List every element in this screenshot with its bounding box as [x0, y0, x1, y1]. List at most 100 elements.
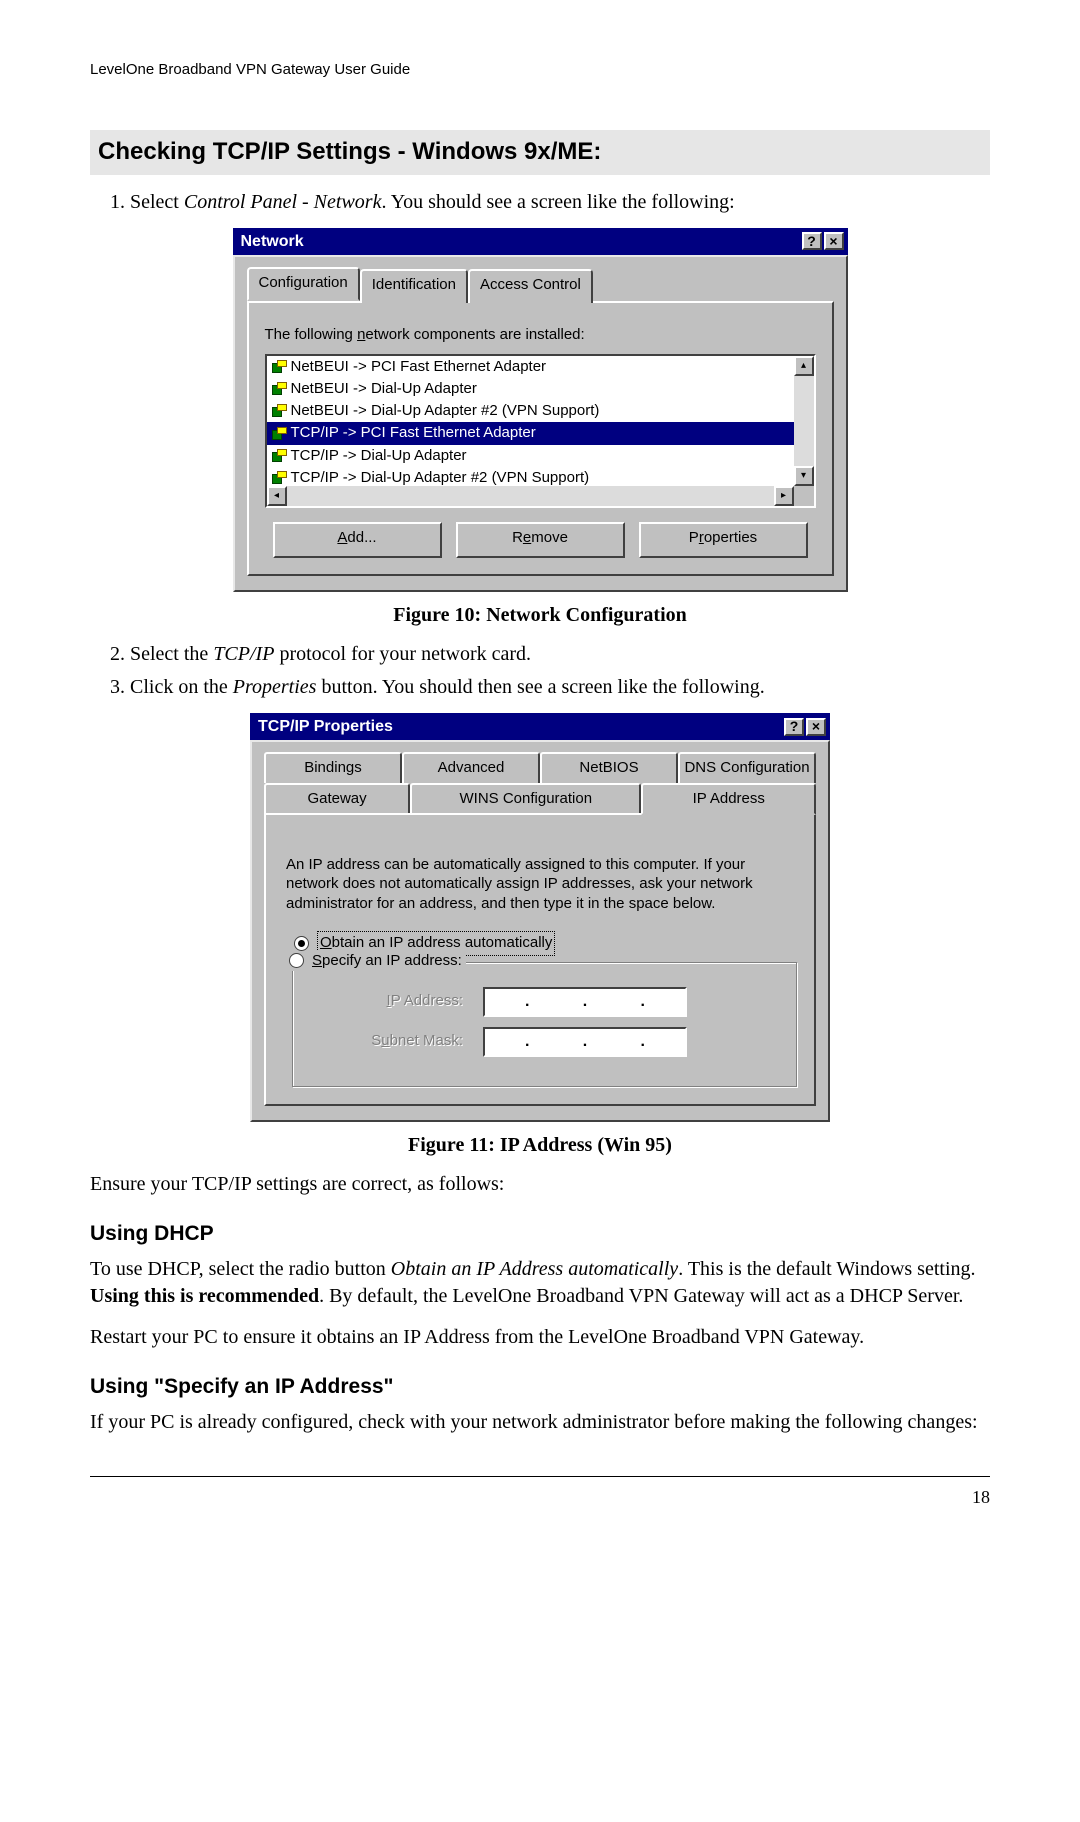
tab-panel: An IP address can be automatically assig… [264, 813, 816, 1106]
network-protocol-icon [271, 360, 287, 374]
help-icon[interactable]: ? [784, 718, 804, 736]
dialog-body: Bindings Advanced NetBIOS DNS Configurat… [250, 740, 830, 1121]
network-protocol-icon [271, 427, 287, 441]
titlebar-title: Network [241, 231, 304, 253]
subheading-dhcp: Using DHCP [90, 1220, 990, 1248]
running-head: LevelOne Broadband VPN Gateway User Guid… [90, 60, 990, 80]
button-row: Add... Remove Properties [265, 522, 816, 558]
text: button. You should then see a screen lik… [316, 676, 764, 698]
figure-caption-10: Figure 10: Network Configuration [90, 602, 990, 629]
titlebar[interactable]: TCP/IP Properties ? × [250, 713, 830, 741]
list-item[interactable]: NetBEUI -> PCI Fast Ethernet Adapter [267, 356, 794, 378]
tab-configuration[interactable]: Configuration [247, 267, 360, 301]
ip-address-label: IP Address: [343, 991, 463, 1011]
tab-wins-configuration[interactable]: WINS Configuration [410, 783, 641, 813]
tab-gateway[interactable]: Gateway [264, 783, 410, 813]
text: etwork components are installed: [365, 326, 584, 343]
titlebar-title: TCP/IP Properties [258, 716, 393, 738]
accel: u [381, 1032, 389, 1049]
radio-icon [294, 936, 309, 951]
scrollbar-horizontal[interactable]: ◂ ▸ [267, 486, 794, 506]
ip-address-row: IP Address: ... [343, 987, 777, 1017]
subheading-specify: Using "Specify an IP Address" [90, 1373, 990, 1401]
tab-ip-address[interactable]: IP Address [641, 783, 816, 815]
text: pecify an IP address: [322, 952, 462, 969]
network-protocol-icon [271, 382, 287, 396]
radio-icon [289, 953, 304, 968]
dhcp-para-2: Restart your PC to ensure it obtains an … [90, 1324, 990, 1351]
text: operties [704, 529, 757, 546]
subnet-mask-input[interactable]: ... [483, 1027, 687, 1057]
network-protocol-icon [271, 404, 287, 418]
list-item[interactable]: TCP/IP -> Dial-Up Adapter [267, 445, 794, 467]
list-item-label: TCP/IP -> PCI Fast Ethernet Adapter [291, 423, 536, 443]
scroll-down-icon[interactable]: ▾ [794, 466, 814, 486]
list-item-selected[interactable]: TCP/IP -> PCI Fast Ethernet Adapter [267, 422, 794, 444]
text: The following [265, 326, 358, 343]
text: move [531, 529, 568, 546]
help-icon[interactable]: ? [802, 232, 822, 250]
network-protocol-icon [271, 471, 287, 485]
dialog-body: Configuration Identification Access Cont… [233, 255, 848, 592]
close-icon[interactable]: × [824, 232, 844, 250]
remove-button[interactable]: Remove [456, 522, 625, 558]
scrollbar-vertical[interactable]: ▴ ▾ [794, 356, 814, 486]
components-listbox[interactable]: NetBEUI -> PCI Fast Ethernet Adapter Net… [265, 354, 816, 508]
specify-ip-group: Specify an IP address: IP Address: ... S… [292, 962, 798, 1088]
panel-description: An IP address can be automatically assig… [286, 855, 794, 914]
list-item[interactable]: TCP/IP -> Dial-Up Adapter #2 (VPN Suppor… [267, 467, 794, 486]
ensure-text: Ensure your TCP/IP settings are correct,… [90, 1171, 990, 1198]
scroll-up-icon[interactable]: ▴ [794, 356, 814, 376]
tab-bindings[interactable]: Bindings [264, 752, 402, 782]
text: . By default, the LevelOne Broadband VPN… [319, 1285, 963, 1307]
accel: e [523, 529, 531, 546]
footer-rule [90, 1476, 990, 1477]
network-protocol-icon [271, 449, 287, 463]
tab-identification[interactable]: Identification [360, 269, 468, 303]
list-item-label: TCP/IP -> Dial-Up Adapter #2 (VPN Suppor… [291, 468, 590, 486]
add-button[interactable]: Add... [273, 522, 442, 558]
titlebar[interactable]: Network ? × [233, 228, 848, 256]
subnet-mask-row: Subnet Mask: ... [343, 1027, 777, 1057]
text: S [371, 1032, 381, 1049]
tabs: Bindings Advanced NetBIOS DNS Configurat… [264, 752, 816, 813]
tab-netbios[interactable]: NetBIOS [540, 752, 678, 782]
step-1: Select Control Panel - Network. You shou… [130, 189, 990, 216]
accel: O [320, 934, 332, 951]
tab-panel: The following network components are ins… [247, 301, 834, 575]
step1-italic: Control Panel - Network [184, 191, 382, 213]
network-dialog: Network ? × Configuration Identification… [233, 228, 848, 592]
specify-para: If your PC is already configured, check … [90, 1409, 990, 1436]
text: dd... [347, 529, 376, 546]
scroll-right-icon[interactable]: ▸ [774, 486, 794, 506]
italic: TCP/IP [213, 643, 274, 665]
close-icon[interactable]: × [806, 718, 826, 736]
radio-label: Specify an IP address: [312, 951, 462, 971]
list-label: The following network components are ins… [265, 325, 816, 345]
tab-dns-configuration[interactable]: DNS Configuration [678, 752, 816, 782]
section-heading: Checking TCP/IP Settings - Windows 9x/ME… [90, 130, 990, 174]
text: bnet Mask: [390, 1032, 463, 1049]
text: Click on the [130, 676, 233, 698]
step1-post: . You should see a screen like the follo… [381, 191, 734, 213]
list-item[interactable]: NetBEUI -> Dial-Up Adapter [267, 378, 794, 400]
document-page: LevelOne Broadband VPN Gateway User Guid… [0, 0, 1080, 1822]
tab-access-control[interactable]: Access Control [468, 269, 593, 303]
list-item-label: TCP/IP -> Dial-Up Adapter [291, 446, 467, 466]
list-item[interactable]: NetBEUI -> Dial-Up Adapter #2 (VPN Suppo… [267, 400, 794, 422]
radio-specify-ip[interactable]: Specify an IP address: [285, 951, 466, 971]
ip-address-input[interactable]: ... [483, 987, 687, 1017]
tabs-row: Configuration Identification Access Cont… [247, 267, 834, 301]
text: btain an IP address automatically [332, 934, 553, 951]
text: Select the [130, 643, 213, 665]
properties-button[interactable]: Properties [639, 522, 808, 558]
list-item-label: NetBEUI -> Dial-Up Adapter #2 (VPN Suppo… [291, 401, 600, 421]
scroll-left-icon[interactable]: ◂ [267, 486, 287, 506]
list-item-label: NetBEUI -> Dial-Up Adapter [291, 379, 477, 399]
bold: Using this is recommended [90, 1285, 319, 1307]
step-list: Select Control Panel - Network. You shou… [90, 189, 990, 216]
tab-advanced[interactable]: Advanced [402, 752, 540, 782]
list-item-label: NetBEUI -> PCI Fast Ethernet Adapter [291, 357, 547, 377]
page-number: 18 [90, 1485, 990, 1509]
figure-caption-11: Figure 11: IP Address (Win 95) [90, 1132, 990, 1159]
